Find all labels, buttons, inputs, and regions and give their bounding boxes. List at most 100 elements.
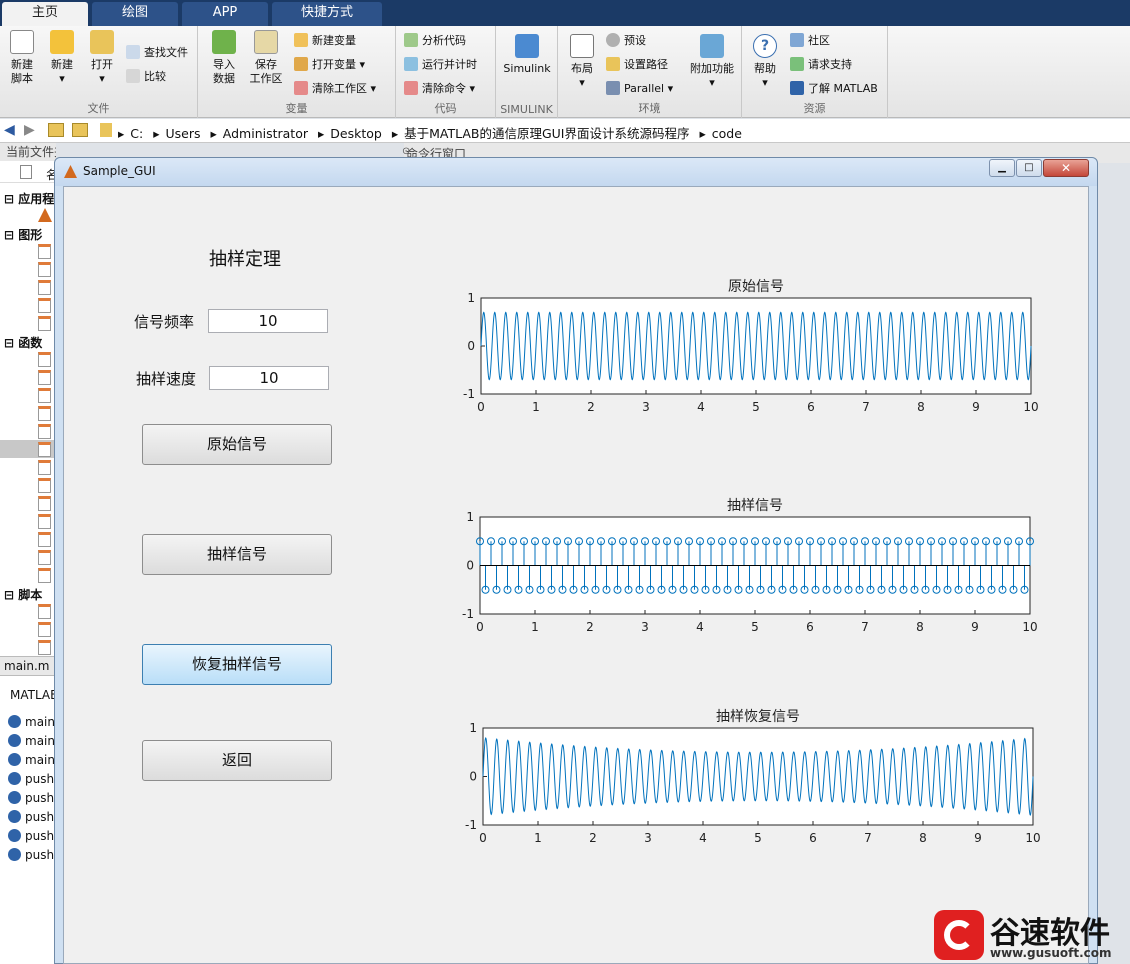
plot-title: 抽样恢复信号 — [716, 708, 800, 725]
fig-file-icon[interactable] — [38, 262, 51, 277]
function-file-icon[interactable] — [38, 352, 51, 367]
y-tick-label: -1 — [463, 387, 475, 401]
browse-folder-icon[interactable] — [72, 123, 88, 137]
find-files-button[interactable]: 查找文件 — [126, 44, 188, 62]
function-file-icon[interactable] — [38, 424, 51, 439]
details-list-item[interactable]: push — [8, 810, 56, 824]
section-functions[interactable]: ⊟ 函数 — [4, 334, 42, 351]
support-icon — [790, 57, 804, 71]
compare-button[interactable]: 比较 — [126, 68, 166, 86]
function-file-icon[interactable] — [38, 478, 51, 493]
back-icon[interactable]: ◀ — [4, 122, 15, 138]
section-scripts[interactable]: ⊟ 脚本 — [4, 586, 42, 603]
crumb-administrator[interactable]: Administrator — [223, 126, 308, 141]
layout-button[interactable]: 布局 ▾ — [564, 34, 600, 90]
dropdown-icon[interactable]: ⊙ — [402, 146, 410, 157]
clear-commands-icon — [404, 81, 418, 95]
crumb-code[interactable]: code — [712, 126, 742, 141]
simulink-button[interactable]: Simulink — [502, 34, 552, 76]
clear-workspace-button[interactable]: 清除工作区 ▾ — [294, 80, 376, 98]
maximize-button[interactable]: □ — [1016, 159, 1042, 177]
function-file-icon[interactable] — [38, 532, 51, 547]
function-file-icon[interactable] — [38, 442, 51, 457]
section-apps[interactable]: ⊟ 应用程 — [4, 190, 54, 207]
function-icon — [8, 715, 21, 728]
script-file-icon[interactable] — [38, 640, 51, 655]
function-file-icon[interactable] — [38, 550, 51, 565]
function-file-icon[interactable] — [38, 496, 51, 511]
details-list-item[interactable]: push — [8, 829, 56, 843]
learn-matlab-button[interactable]: 了解 MATLAB — [790, 80, 878, 98]
new-variable-button[interactable]: 新建变量 — [294, 32, 356, 50]
open-variable-button[interactable]: 打开变量 ▾ — [294, 56, 365, 74]
tab-apps[interactable]: APP — [182, 2, 268, 26]
x-tick-label: 10 — [1023, 400, 1038, 414]
details-list-item[interactable]: push — [8, 848, 56, 862]
fig-file-icon[interactable] — [38, 316, 51, 331]
analyze-code-button[interactable]: 分析代码 — [404, 32, 466, 50]
function-icon — [8, 791, 21, 804]
import-icon — [212, 30, 236, 54]
script-file-icon[interactable] — [38, 604, 51, 619]
plots-canvas: 原始信号0 1 2 3 4 5 6 7 8 9 1010-1抽样信号0 1 2 3 4 5 6 7 8 9 1010-1… — [462, 279, 1041, 845]
details-list-item[interactable]: push — [8, 772, 56, 786]
tab-home[interactable]: 主页 — [2, 2, 88, 26]
details-list-item[interactable]: main — [8, 734, 56, 748]
up-folder-icon[interactable] — [48, 123, 64, 137]
x-tick-label: 4 — [696, 620, 704, 634]
close-button[interactable]: ✕ — [1043, 159, 1089, 177]
details-list-item[interactable]: main — [8, 715, 56, 729]
new-script-button[interactable]: 新建 脚本 — [4, 30, 40, 86]
x-tick-label: 10 — [1022, 620, 1037, 634]
import-data-button[interactable]: 导入 数据 — [206, 30, 242, 86]
preferences-button[interactable]: 预设 — [606, 32, 646, 50]
x-tick-label: 3 — [641, 620, 649, 634]
function-file-icon[interactable] — [38, 460, 51, 475]
addons-button[interactable]: 附加功能 ▾ — [686, 34, 738, 90]
details-list-item[interactable]: push — [8, 791, 56, 805]
x-tick-label: 8 — [919, 831, 927, 845]
x-tick-label: 0 — [479, 831, 487, 845]
crumb-project[interactable]: 基于MATLAB的通信原理GUI界面设计系统源码程序 — [404, 126, 689, 141]
function-file-icon[interactable] — [38, 568, 51, 583]
fig-file-icon[interactable] — [38, 244, 51, 259]
run-time-button[interactable]: 运行并计时 — [404, 56, 477, 74]
function-icon — [8, 772, 21, 785]
community-button[interactable]: 社区 — [790, 32, 830, 50]
x-tick-label: 2 — [589, 831, 597, 845]
function-file-icon[interactable] — [38, 388, 51, 403]
save-workspace-button[interactable]: 保存 工作区 — [246, 30, 286, 86]
tab-shortcuts[interactable]: 快捷方式 — [272, 2, 382, 26]
column-header[interactable]: 名 — [0, 163, 56, 183]
function-file-icon[interactable] — [38, 514, 51, 529]
window-titlebar[interactable]: Sample_GUI ▁ □ ✕ — [55, 158, 1097, 186]
crumb-desktop[interactable]: Desktop — [330, 126, 382, 141]
tab-plots[interactable]: 绘图 — [92, 2, 178, 26]
clear-commands-button[interactable]: 清除命令 ▾ — [404, 80, 475, 98]
fig-file-icon[interactable] — [38, 298, 51, 313]
y-tick-label: 1 — [467, 291, 475, 305]
forward-icon[interactable]: ▶ — [24, 122, 35, 138]
script-file-icon[interactable] — [38, 622, 51, 637]
function-file-icon[interactable] — [38, 370, 51, 385]
help-button[interactable]: ? 帮助 ▾ — [748, 34, 782, 90]
toolstrip-tabbar: 主页 绘图 APP 快捷方式 — [0, 0, 1130, 26]
crumb-c[interactable]: C: — [130, 126, 143, 141]
x-tick-label: 1 — [534, 831, 542, 845]
analyze-icon — [404, 33, 418, 47]
details-list-item[interactable]: main — [8, 753, 56, 767]
function-file-icon[interactable] — [38, 406, 51, 421]
request-support-button[interactable]: 请求支持 — [790, 56, 852, 74]
details-file-name: main.m — [0, 656, 56, 676]
group-label-environment: 环境 — [638, 102, 661, 115]
parallel-button[interactable]: Parallel ▾ — [606, 80, 673, 98]
crumb-users[interactable]: Users — [166, 126, 201, 141]
set-path-button[interactable]: 设置路径 — [606, 56, 668, 74]
y-tick-label: 0 — [466, 559, 474, 573]
function-icon — [8, 829, 21, 842]
open-button[interactable]: 打开 ▾ — [84, 30, 120, 86]
section-figures[interactable]: ⊟ 图形 — [4, 226, 42, 243]
new-button[interactable]: 新建 ▾ — [44, 30, 80, 86]
fig-file-icon[interactable] — [38, 280, 51, 295]
minimize-button[interactable]: ▁ — [989, 159, 1015, 177]
